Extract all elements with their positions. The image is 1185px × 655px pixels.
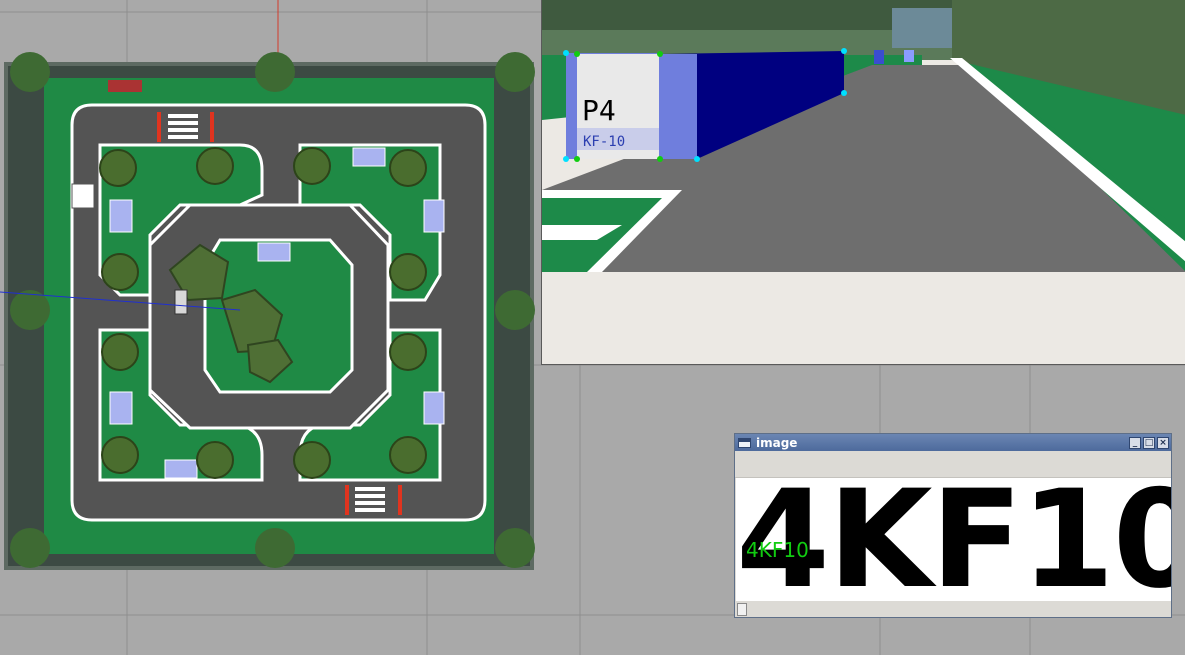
- image-window-statusbar: [736, 601, 1170, 616]
- image-window-toolbar: [735, 451, 1171, 478]
- window-icon: [738, 437, 751, 448]
- maximize-icon[interactable]: □: [1143, 436, 1155, 449]
- close-icon[interactable]: ×: [1157, 436, 1169, 449]
- robot-camera-view: P4 KF-10: [541, 0, 1185, 365]
- image-window-title: image: [756, 435, 798, 450]
- plate-image-canvas: 4KF10 4KF10: [736, 478, 1171, 601]
- plate-prediction-text: 4KF10: [746, 538, 809, 562]
- sign-plate-label: KF-10: [583, 134, 625, 150]
- image-window-titlebar[interactable]: image _ □ ×: [735, 434, 1171, 451]
- track-overhead-view: [0, 52, 535, 570]
- image-window: image _ □ × 4KF10 4KF10: [734, 433, 1172, 618]
- sign-parking-label: P4: [582, 94, 616, 127]
- status-indicator: [737, 603, 747, 616]
- minimize-icon[interactable]: _: [1129, 436, 1141, 449]
